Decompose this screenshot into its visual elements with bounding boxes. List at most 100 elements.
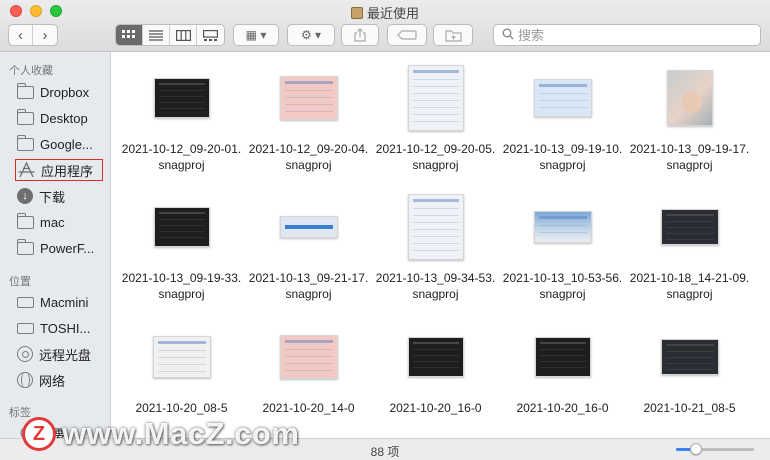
file-thumbnail-area: [626, 194, 753, 260]
sidebar-item-google-drive[interactable]: Google...: [16, 133, 105, 155]
file-item[interactable]: 2021-10-13_10-53-56.snagproj: [499, 194, 626, 302]
file-thumbnail: [279, 216, 338, 238]
action-menu-button[interactable]: ⚙ ▾: [287, 24, 335, 46]
file-name: 2021-10-13_10-53-56.snagproj: [502, 271, 623, 301]
file-item[interactable]: 2021-10-20_16-0: [499, 324, 626, 416]
thumbnail-content: [539, 342, 586, 372]
file-item[interactable]: 2021-10-20_16-0: [372, 324, 499, 416]
list-view-button[interactable]: [143, 25, 170, 45]
gallery-view-icon: [203, 29, 218, 41]
file-item[interactable]: 2021-10-13_09-19-33.snagproj: [118, 194, 245, 302]
folder-icon: [16, 82, 34, 99]
column-view-button[interactable]: [170, 25, 197, 45]
file-thumbnail-area: [626, 65, 753, 131]
file-thumbnail-area: [118, 65, 245, 131]
back-button[interactable]: ‹: [9, 25, 34, 45]
file-item[interactable]: 2021-10-13_09-19-10.snagproj: [499, 65, 626, 173]
globe-icon: [17, 372, 33, 388]
navigation-buttons: ‹ ›: [8, 24, 58, 46]
file-name: 2021-10-12_09-20-01.snagproj: [121, 142, 242, 172]
file-item[interactable]: 2021-10-12_09-20-04.snagproj: [245, 65, 372, 173]
sidebar-item-label: Desktop: [40, 110, 88, 126]
file-item[interactable]: 2021-10-20_08-5: [118, 324, 245, 416]
file-thumbnail: [660, 209, 719, 245]
sidebar-item-powerf[interactable]: PowerF...: [16, 237, 105, 259]
file-name: 2021-10-18_14-21-09.snagproj: [629, 271, 750, 301]
file-thumbnail: [407, 65, 464, 131]
sidebar-item-label: Google...: [40, 136, 93, 152]
applications-icon: [17, 162, 35, 178]
folder-icon: [16, 108, 34, 125]
sidebar-item-mac[interactable]: mac: [16, 211, 105, 233]
sidebar-item-toshiba[interactable]: TOSHI...: [17, 317, 105, 339]
file-item[interactable]: 2021-10-18_14-21-09.snagproj: [626, 194, 753, 302]
item-count: 88 项: [370, 445, 400, 459]
file-thumbnail: [666, 70, 713, 126]
file-item[interactable]: 2021-10-12_09-20-01.snagproj: [118, 65, 245, 173]
icon-view-button[interactable]: [116, 25, 143, 45]
file-thumbnail-area: [499, 324, 626, 390]
file-name: 2021-10-20_08-5: [135, 401, 228, 415]
tag-icon: [17, 425, 35, 438]
sidebar-item-applications[interactable]: 应用程序: [15, 159, 103, 181]
file-item[interactable]: 2021-10-21_08-5: [626, 324, 753, 416]
thumbnail-content: [284, 81, 333, 115]
file-icon-grid: 2021-10-12_09-20-01.snagproj 2021-10-12_0…: [112, 53, 770, 438]
disc-icon: [17, 346, 33, 362]
folder-icon: [16, 134, 34, 151]
file-thumbnail: [153, 207, 210, 247]
gallery-view-button[interactable]: [197, 25, 224, 45]
column-view-icon: [175, 29, 191, 41]
icon-size-slider[interactable]: [676, 443, 754, 455]
share-button[interactable]: [341, 24, 379, 46]
file-item[interactable]: 2021-10-13_09-34-53.snagproj: [372, 194, 499, 302]
thumbnail-content: [158, 83, 205, 113]
icon-size-slider-knob[interactable]: [689, 443, 702, 455]
file-thumbnail: [533, 79, 592, 117]
disk-icon: [17, 322, 34, 334]
sidebar-item-downloads[interactable]: ↓ 下载: [17, 185, 105, 207]
sidebar-section-favorites: 个人收藏: [9, 65, 53, 77]
sidebar: 个人收藏 Dropbox Desktop Google... 应用程序 ↓ 下载 …: [0, 52, 111, 438]
file-item[interactable]: 2021-10-13_09-19-17.snagproj: [626, 65, 753, 173]
file-item[interactable]: 2021-10-20_14-0: [245, 324, 372, 416]
file-thumbnail: [152, 336, 211, 378]
file-item[interactable]: 2021-10-12_09-20-05.snagproj: [372, 65, 499, 173]
sidebar-item-tag-important[interactable]: 重要: [17, 422, 105, 438]
file-thumbnail: [279, 76, 338, 120]
file-item[interactable]: 2021-10-13_09-21-17.snagproj: [245, 194, 372, 302]
file-thumbnail: [279, 335, 338, 379]
sidebar-item-label: mac: [40, 214, 65, 230]
group-by-button[interactable]: ▦ ▾: [233, 24, 279, 46]
sidebar-item-macmini[interactable]: Macmini: [17, 291, 105, 313]
file-thumbnail-area: [499, 194, 626, 260]
view-mode-buttons: [115, 24, 225, 46]
sidebar-item-remote-disc[interactable]: 远程光盘: [17, 343, 105, 365]
tag-button[interactable]: [387, 24, 427, 46]
file-name: 2021-10-13_09-19-33.snagproj: [121, 271, 242, 301]
thumbnail-content: [665, 344, 714, 370]
file-name: 2021-10-13_09-21-17.snagproj: [248, 271, 369, 301]
sidebar-item-dropbox[interactable]: Dropbox: [16, 81, 105, 103]
file-thumbnail: [407, 337, 464, 377]
sidebar-item-label: PowerF...: [40, 240, 95, 256]
thumbnail-content: [538, 216, 587, 238]
file-name: 2021-10-13_09-19-17.snagproj: [629, 142, 750, 172]
search-field[interactable]: [493, 24, 761, 46]
sidebar-item-label: 下载: [39, 189, 66, 205]
file-thumbnail: [660, 339, 719, 375]
tag-icon: [397, 30, 417, 40]
sidebar-item-desktop[interactable]: Desktop: [16, 107, 105, 129]
new-folder-button[interactable]: [433, 24, 473, 46]
thumbnail-content: [412, 70, 459, 126]
sidebar-item-network[interactable]: 网络: [17, 369, 105, 391]
forward-button[interactable]: ›: [33, 25, 57, 45]
thumbnail-content: [158, 212, 205, 242]
file-thumbnail: [534, 337, 591, 377]
file-name: 2021-10-20_16-0: [516, 401, 609, 415]
search-input[interactable]: [518, 27, 738, 43]
thumbnail-content: [671, 75, 708, 121]
file-name: 2021-10-21_08-5: [643, 401, 736, 415]
file-thumbnail-area: [245, 194, 372, 260]
sidebar-section-locations: 位置: [9, 276, 31, 288]
